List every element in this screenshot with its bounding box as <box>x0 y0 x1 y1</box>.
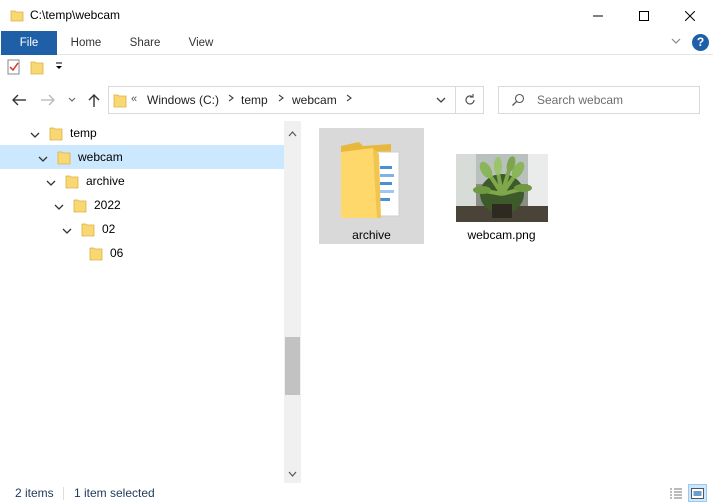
large-icons-view-button[interactable] <box>688 484 707 502</box>
folder-icon <box>49 125 63 144</box>
navigation-row: « Windows (C:) temp webcam <box>0 79 713 121</box>
folder-icon <box>339 138 403 223</box>
ribbon-tabs: File Home Share View ? <box>0 31 713 55</box>
expand-ribbon-icon[interactable] <box>670 35 682 50</box>
tab-file[interactable]: File <box>1 31 57 55</box>
selection-count: 1 item selected <box>74 486 155 500</box>
chevron-down-icon[interactable] <box>46 176 56 190</box>
navigation-scrollbar[interactable] <box>284 121 301 483</box>
status-divider <box>63 487 64 500</box>
search-input[interactable] <box>537 92 692 108</box>
search-box[interactable] <box>498 86 700 114</box>
details-view-button[interactable] <box>666 484 685 502</box>
item-count: 2 items <box>15 486 54 500</box>
forward-button[interactable] <box>39 91 57 109</box>
breadcrumb-windows-c[interactable]: Windows (C:) <box>147 93 219 107</box>
properties-icon[interactable] <box>7 59 21 78</box>
maximize-button[interactable] <box>621 0 667 31</box>
folder-icon <box>65 173 79 192</box>
address-dropdown-icon[interactable] <box>435 95 447 109</box>
scroll-down-icon[interactable] <box>288 466 297 480</box>
search-icon <box>511 93 525 110</box>
new-folder-icon[interactable] <box>30 59 44 78</box>
quick-access-toolbar <box>0 55 713 79</box>
folder-icon <box>81 221 95 240</box>
tree-item-temp[interactable]: temp <box>0 121 284 145</box>
breadcrumb-separator-icon[interactable] <box>227 93 235 106</box>
tab-share[interactable]: Share <box>122 31 168 55</box>
folder-icon <box>10 8 24 25</box>
up-button[interactable] <box>85 91 103 109</box>
tree-item-label: temp <box>70 126 97 140</box>
folder-icon <box>89 245 103 264</box>
recent-locations-button[interactable] <box>63 91 81 109</box>
refresh-button[interactable] <box>456 86 484 114</box>
file-list: archive webcam.png <box>301 121 713 483</box>
breadcrumb-temp[interactable]: temp <box>241 93 268 107</box>
back-button[interactable] <box>10 91 28 109</box>
file-item-webcam-png[interactable]: webcam.png <box>449 128 554 244</box>
breadcrumb-separator-icon[interactable] <box>345 93 353 106</box>
tree-item-webcam[interactable]: webcam <box>0 145 284 169</box>
tree-item-label: 06 <box>110 246 124 260</box>
tree-item-label: 2022 <box>94 198 121 212</box>
breadcrumb-separator-icon[interactable] <box>277 93 285 106</box>
close-button[interactable] <box>667 0 713 31</box>
tree-item-02[interactable]: 02 <box>0 217 284 241</box>
folder-icon <box>113 92 127 111</box>
chevron-down-icon[interactable] <box>30 128 40 142</box>
tree-item-06[interactable]: 06 <box>0 241 284 265</box>
tree-item-label: 02 <box>102 222 116 236</box>
navigation-pane: temp webcam archive 2022 02 06 <box>0 121 301 483</box>
chevron-down-icon[interactable] <box>62 224 72 238</box>
chevron-down-icon[interactable] <box>54 200 64 214</box>
file-name: archive <box>352 228 391 242</box>
image-thumbnail <box>456 154 548 222</box>
status-bar: 2 items 1 item selected <box>0 483 713 504</box>
chevron-down-icon[interactable] <box>38 152 48 166</box>
title-bar: C:\temp\webcam <box>0 0 713 31</box>
tab-home[interactable]: Home <box>62 31 110 55</box>
tree-item-label: webcam <box>78 150 123 164</box>
help-button[interactable]: ? <box>692 34 709 51</box>
file-name: webcam.png <box>467 228 536 242</box>
folder-icon <box>57 149 71 168</box>
folder-icon <box>73 197 87 216</box>
tree-item-label: archive <box>86 174 125 188</box>
tree-item-archive[interactable]: archive <box>0 169 284 193</box>
address-overflow-button[interactable]: « <box>131 93 137 105</box>
file-item-archive[interactable]: archive <box>319 128 424 244</box>
tree-item-2022[interactable]: 2022 <box>0 193 284 217</box>
window-title: C:\temp\webcam <box>30 8 121 22</box>
scrollbar-thumb[interactable] <box>285 337 300 395</box>
tab-view[interactable]: View <box>180 31 222 55</box>
minimize-button[interactable] <box>575 0 621 31</box>
customize-toolbar-icon[interactable] <box>54 60 64 75</box>
breadcrumb-webcam[interactable]: webcam <box>292 93 337 107</box>
address-bar[interactable]: « Windows (C:) temp webcam <box>108 86 456 114</box>
scroll-up-icon[interactable] <box>288 126 297 140</box>
